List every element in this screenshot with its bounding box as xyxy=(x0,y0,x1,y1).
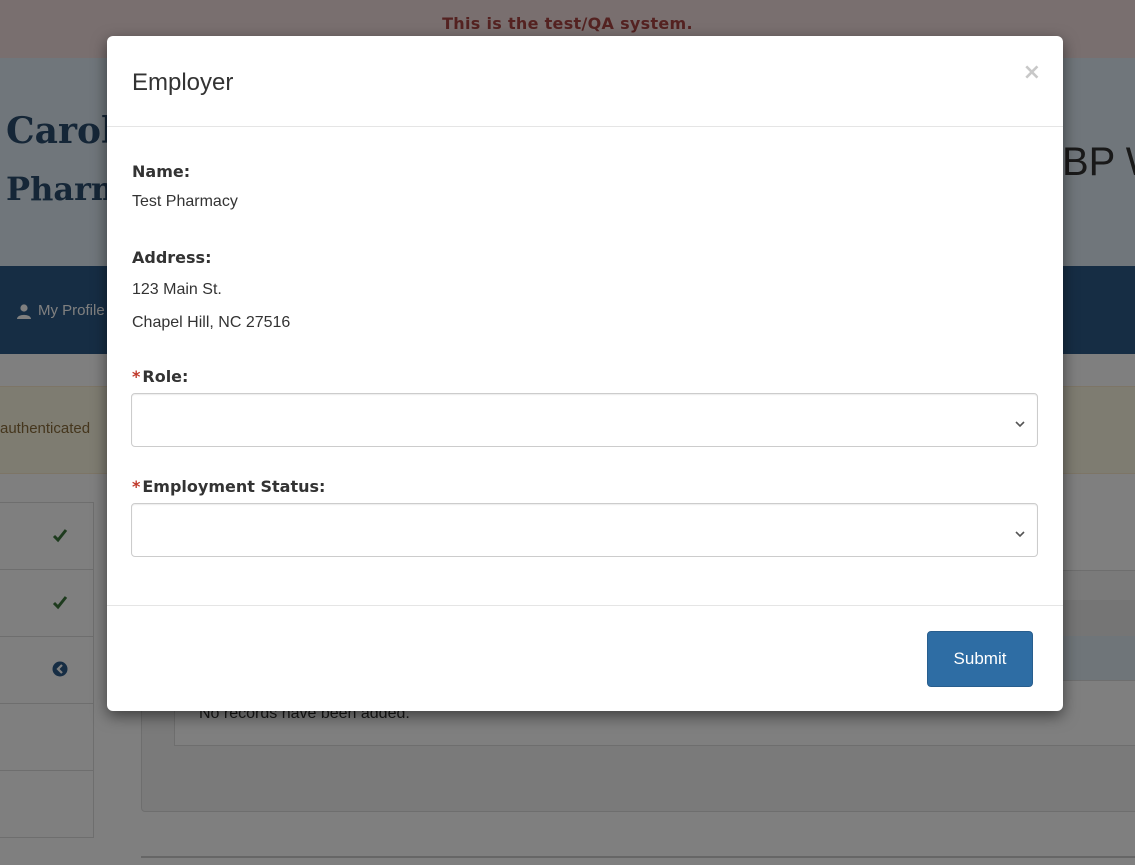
employment-status-select[interactable] xyxy=(131,503,1038,557)
employment-status-label-text: Employment Status: xyxy=(142,477,326,496)
address-line-2: Chapel Hill, NC 27516 xyxy=(132,314,291,331)
modal-header: Employer × xyxy=(107,36,1063,127)
role-label-text: Role: xyxy=(142,367,189,386)
modal-footer: Submit xyxy=(107,606,1063,712)
chevron-down-icon xyxy=(1015,525,1025,543)
role-label: * Role: xyxy=(132,367,188,386)
name-label: Name: xyxy=(132,162,191,181)
modal-title: Employer xyxy=(132,69,234,96)
submit-button[interactable]: Submit xyxy=(927,631,1033,687)
name-value: Test Pharmacy xyxy=(132,193,238,210)
chevron-down-icon xyxy=(1015,415,1025,433)
close-button[interactable]: × xyxy=(1023,60,1041,85)
employer-modal: Employer × Name: Test Pharmacy Address: … xyxy=(107,36,1063,711)
address-label: Address: xyxy=(132,248,212,267)
address-line-1: 123 Main St. xyxy=(132,281,222,298)
employment-status-label: * Employment Status: xyxy=(132,477,325,496)
role-select[interactable] xyxy=(131,393,1038,447)
required-marker: * xyxy=(132,477,141,496)
required-marker: * xyxy=(132,367,141,386)
modal-body: Name: Test Pharmacy Address: 123 Main St… xyxy=(107,127,1063,606)
